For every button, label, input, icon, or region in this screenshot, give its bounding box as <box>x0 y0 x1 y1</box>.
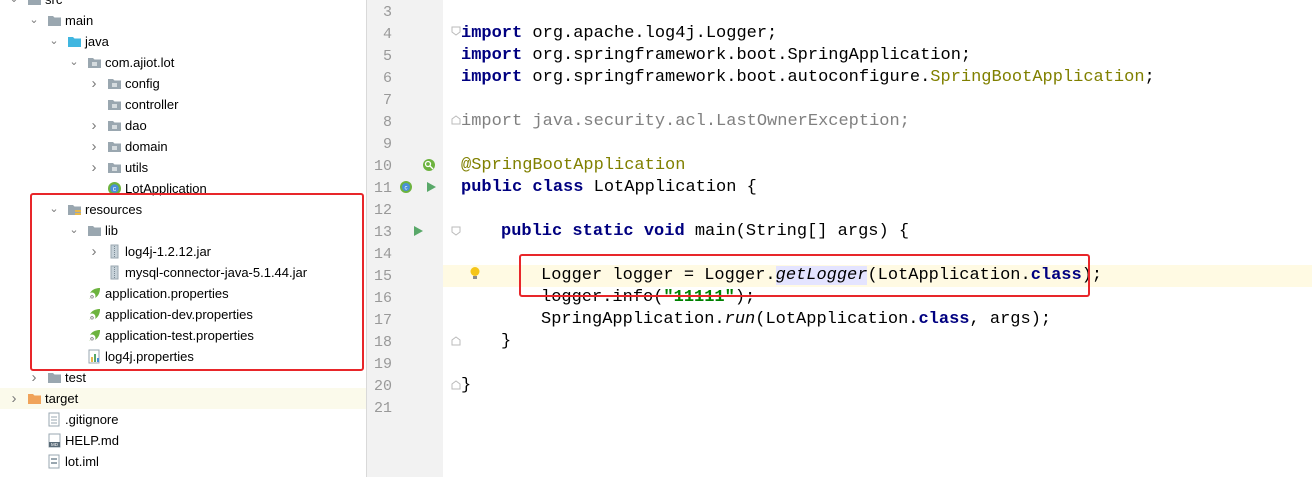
line-number: 10 <box>373 158 392 175</box>
line-number: 8 <box>382 114 392 131</box>
method-call: run <box>724 310 756 329</box>
fold-marker-icon[interactable] <box>449 24 463 38</box>
highlight-box-logger-line <box>519 254 1090 297</box>
code-line-13[interactable]: public static void main(String[] args) { <box>501 221 909 243</box>
run-icon[interactable] <box>424 180 438 194</box>
keyword: class <box>918 310 970 329</box>
tree-item[interactable]: lot.iml <box>0 451 366 472</box>
code-text: ; <box>1144 68 1155 87</box>
spring-bean-icon[interactable] <box>422 158 436 172</box>
code-editor[interactable]: import org.apache.log4j.Logger; import o… <box>443 0 1312 477</box>
run-main-icon[interactable] <box>411 224 425 238</box>
tree-item-label: HELP.md <box>65 433 119 448</box>
code-text: org.springframework.boot.SpringApplicati… <box>522 46 972 65</box>
code-text: (LotApplication. <box>755 310 919 329</box>
fold-marker-icon[interactable] <box>449 113 463 127</box>
line-number: 3 <box>382 4 392 21</box>
line-number: 21 <box>373 400 392 417</box>
code-text: } <box>501 332 512 351</box>
code-text: org.apache.log4j.Logger; <box>522 24 778 43</box>
code-line-10[interactable]: @SpringBootApplication <box>461 155 685 177</box>
code-line-4[interactable]: import org.apache.log4j.Logger; <box>461 23 777 45</box>
keyword: import <box>461 68 523 87</box>
code-text: org.springframework.boot.autoconfigure. <box>522 68 931 87</box>
highlight-box-resources <box>30 193 364 371</box>
keyword: void <box>643 222 685 241</box>
lightbulb-icon[interactable] <box>468 266 482 280</box>
code-line-5[interactable]: import org.springframework.boot.SpringAp… <box>461 45 971 67</box>
fold-marker-icon[interactable] <box>449 224 463 238</box>
fold-marker-icon[interactable] <box>449 378 463 392</box>
line-number: 4 <box>382 26 392 43</box>
line-number: 5 <box>382 48 392 65</box>
code-line-8[interactable]: import java.security.acl.LastOwnerExcept… <box>461 111 910 133</box>
tree-item[interactable]: MD HELP.md <box>0 430 366 451</box>
code-text: SpringApplication. <box>541 310 725 329</box>
tree-item-label: lot.iml <box>65 454 99 469</box>
code-text: , args); <box>969 310 1052 329</box>
svg-text:MD: MD <box>51 442 59 447</box>
code-text: LotApplication { <box>583 178 757 197</box>
line-number: 6 <box>382 70 392 87</box>
keyword: public <box>501 222 563 241</box>
line-number: 20 <box>373 378 392 395</box>
fold-marker-icon[interactable] <box>449 334 463 348</box>
editor-gutter: 3 4 5 6 7 8 9 10 11 12 13 14 15 16 17 18 19 20 21 <box>367 0 443 477</box>
unused-import-text: java.security.acl.LastOwnerException; <box>522 112 910 131</box>
unused-import-keyword: import <box>461 112 523 131</box>
annotation: @SpringBootApplication <box>461 156 686 175</box>
code-line-6[interactable]: import org.springframework.boot.autoconf… <box>461 67 1155 89</box>
markdown-file-icon: MD <box>47 433 62 448</box>
keyword: class <box>532 178 584 197</box>
line-number: 7 <box>382 92 392 109</box>
code-text: main(String[] args) { <box>684 222 910 241</box>
spring-class-gutter-icon[interactable]: c <box>399 180 413 194</box>
keyword: import <box>461 46 523 65</box>
line-number: 9 <box>382 136 392 153</box>
code-line-18[interactable]: } <box>501 331 511 353</box>
code-line-11[interactable]: public class LotApplication { <box>461 177 757 199</box>
annotation-class-name: SpringBootApplication <box>930 68 1145 87</box>
keyword: import <box>461 24 523 43</box>
code-line-17[interactable]: SpringApplication.run(LotApplication.cla… <box>541 309 1051 331</box>
keyword: public <box>461 178 523 197</box>
keyword: static <box>572 222 634 241</box>
iml-file-icon <box>47 454 62 469</box>
svg-text:c: c <box>405 186 408 192</box>
